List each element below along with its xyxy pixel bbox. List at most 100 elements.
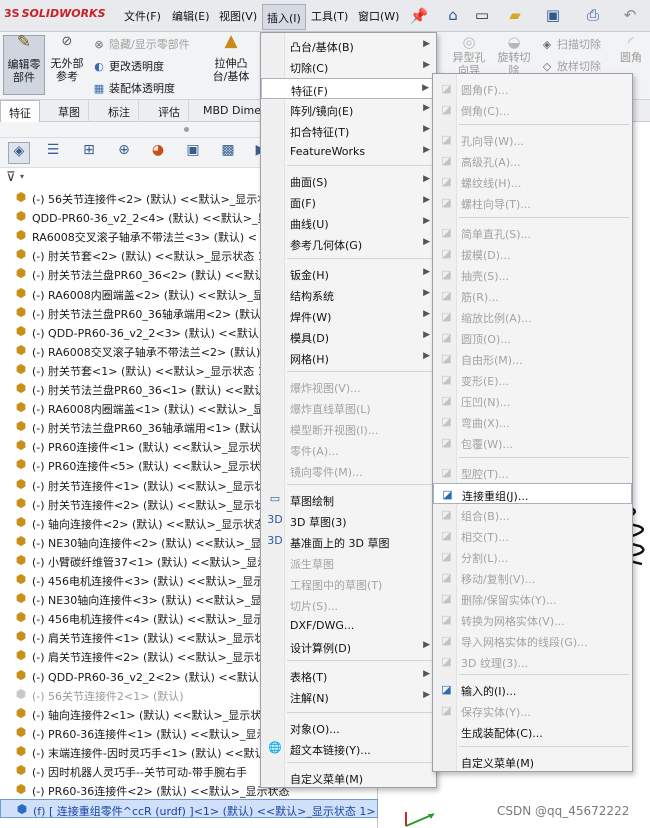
insert-menu-item[interactable]: 焊件(W) ▶ — [261, 305, 438, 326]
feature-menu-item[interactable]: ◪ 简单直孔(S)... — [433, 222, 632, 243]
feature-menu-item[interactable]: ◪ 相交(T)... — [433, 525, 632, 546]
insert-menu-item[interactable]: 设计算例(D) ▶ — [261, 636, 438, 657]
insert-menu-item[interactable]: 🌐 超文本链接(Y)... — [261, 738, 438, 759]
feature-menu-item[interactable]: ◪ 移动/复制(V)... — [433, 567, 632, 588]
new-document-icon[interactable]: ▭ — [472, 6, 492, 26]
hole-wizard-button[interactable]: ◎ 异型孔 向导 — [449, 35, 489, 78]
feature-menu-item[interactable]: ◪ 拔模(D)... — [433, 243, 632, 264]
menu-5[interactable]: 窗口(W) — [358, 8, 399, 24]
feature-tree-icon[interactable]: ◈ — [8, 142, 30, 164]
insert-menu-item[interactable]: 模具(D) ▶ — [261, 326, 438, 347]
menu-4[interactable]: 工具(T) — [311, 8, 348, 24]
feature-menu-item[interactable]: ◪ 圆角(F)... — [433, 78, 632, 99]
no-external-reference-button[interactable]: ⊘ 无外部 参考 — [48, 35, 86, 83]
print-icon[interactable]: ⎙ — [583, 6, 603, 26]
menu-2[interactable]: 视图(V) — [219, 8, 257, 24]
loft-cut-button[interactable]: ◇ 放样切除 — [540, 58, 601, 74]
tab-sketch[interactable]: 草图 — [50, 100, 89, 122]
insert-menu-item[interactable]: 表格(T) ▶ — [261, 665, 438, 686]
feature-menu-item[interactable]: ◪ 删除/保留实体(Y)... — [433, 588, 632, 609]
feature-menu-item[interactable]: ◪ 高级孔(A)... — [433, 150, 632, 171]
change-transparency-button[interactable]: ◐ 更改透明度 — [92, 58, 164, 74]
insert-menu-item[interactable]: 零件(A)... — [261, 439, 438, 460]
feature-menu-item[interactable]: ◪ 变形(E)... — [433, 369, 632, 390]
insert-menu-item[interactable]: 凸台/基体(B) ▶ — [261, 35, 438, 56]
menu-1[interactable]: 编辑(E) — [172, 8, 210, 24]
insert-menu-item[interactable]: 3D 3D 草图(3) — [261, 510, 438, 531]
undo-icon[interactable]: ↶ — [620, 6, 640, 26]
property-manager-icon[interactable]: ☰ — [42, 142, 64, 164]
feature-menu-item[interactable]: ◪ 抽壳(S)... — [433, 264, 632, 285]
feature-menu-item[interactable]: ◪ 转换为网格实体(V)... — [433, 609, 632, 630]
feature-menu-item[interactable]: ◪ 筋(R)... — [433, 285, 632, 306]
feature-menu-item[interactable]: ◪ 孔向导(W)... — [433, 129, 632, 150]
filter-icon[interactable]: ⊽ — [6, 170, 16, 185]
dimxpert-icon[interactable]: ⊕ — [113, 142, 135, 164]
save-icon[interactable]: ▣ — [543, 6, 563, 26]
tab-annotation[interactable]: 标注 — [100, 100, 139, 122]
cam-icon[interactable]: ▣ — [182, 142, 204, 164]
filter-dropdown-icon[interactable]: ▾ — [20, 172, 24, 181]
tree-item[interactable]: ⬢ (f) [ 连接重组零件^ccR (urdf) ]<1> (默认) <<默认>… — [0, 799, 378, 819]
extrude-boss-button[interactable]: ▲ 拉伸凸 台/基体 — [208, 33, 254, 84]
insert-menu-item[interactable]: 镜向零件(M)... — [261, 460, 438, 481]
feature-menu-item[interactable]: ◪ 3D 纹理(3)... — [433, 651, 632, 672]
display-manager-icon[interactable]: ◕ — [147, 142, 169, 164]
tab-evaluate[interactable]: 评估 — [150, 100, 189, 122]
feature-menu-item[interactable]: ◪ 分割(L)... — [433, 546, 632, 567]
insert-menu-item[interactable]: 钣金(H) ▶ — [261, 263, 438, 284]
assembly-transparency-button[interactable]: ▦ 装配体透明度 — [92, 80, 175, 96]
insert-menu-item[interactable]: 面(F) ▶ — [261, 191, 438, 212]
appearance-icon[interactable]: ▩ — [217, 142, 239, 164]
feature-menu-item[interactable]: ◪ 组合(B)... — [433, 504, 632, 525]
feature-menu-item[interactable]: ◪ 圆顶(O)... — [433, 327, 632, 348]
open-folder-icon[interactable]: ▰ — [505, 6, 525, 26]
insert-menu-item[interactable]: ▭ 草图绘制 — [261, 489, 438, 510]
insert-menu-item[interactable]: 自定义菜单(M) — [261, 767, 438, 788]
hide-show-components-button[interactable]: ⊗ 隐藏/显示零部件 — [92, 36, 189, 52]
feature-menu-item[interactable]: ◪ 倒角(C)... — [433, 99, 632, 120]
insert-menu-item[interactable]: 网格(H) ▶ — [261, 347, 438, 368]
pin-icon[interactable]: 📌 — [409, 7, 429, 27]
feature-menu-item[interactable]: ◪ 保存实体(Y)... — [433, 700, 632, 721]
configuration-manager-icon[interactable]: ⊞ — [78, 142, 100, 164]
sweep-cut-button[interactable]: ◈ 扫描切除 — [540, 36, 601, 52]
insert-menu-item[interactable]: 注解(N) ▶ — [261, 686, 438, 707]
insert-menu-item[interactable]: 结构系统 ▶ — [261, 284, 438, 305]
insert-menu-item[interactable]: 对象(O)... — [261, 717, 438, 738]
revolve-cut-button[interactable]: ◒ 旋转切 除 — [494, 35, 534, 78]
feature-menu-item[interactable]: ◪ 输入的(I)... — [433, 679, 632, 700]
home-icon[interactable]: ⌂ — [443, 6, 463, 26]
feature-menu-item[interactable]: ◪ 螺纹线(H)... — [433, 171, 632, 192]
feature-menu-item[interactable]: ◪ 包覆(W)... — [433, 432, 632, 453]
menu-3[interactable]: 插入(I) — [262, 4, 306, 30]
insert-menu-item[interactable]: 切片(S)... — [261, 594, 438, 615]
insert-menu-item[interactable]: 爆炸视图(V)... — [261, 376, 438, 397]
insert-menu-item[interactable]: 3D 基准面上的 3D 草图 — [261, 531, 438, 552]
feature-menu-item[interactable]: 生成装配体(C)... — [433, 721, 632, 742]
insert-menu-item[interactable]: 切除(C) ▶ — [261, 56, 438, 77]
feature-menu-item[interactable]: 自定义菜单(M) — [433, 751, 632, 772]
feature-menu-item[interactable]: ◪ 压凹(N)... — [433, 390, 632, 411]
insert-menu-item[interactable]: 模型断开视图(I)... — [261, 418, 438, 439]
tab-features[interactable]: 特征 — [0, 100, 40, 122]
insert-menu-item[interactable]: 特征(F) ▶ — [261, 78, 438, 99]
insert-menu-item[interactable]: 参考几何体(G) ▶ — [261, 233, 438, 254]
menu-0[interactable]: 文件(F) — [124, 8, 161, 24]
insert-menu-item[interactable]: 派生草图 — [261, 552, 438, 573]
insert-menu-item[interactable]: 爆炸直线草图(L) — [261, 397, 438, 418]
insert-menu-item[interactable]: FeatureWorks ▶ — [261, 141, 438, 162]
feature-menu-item[interactable]: ◪ 连接重组(J)... — [433, 483, 632, 504]
feature-menu-item[interactable]: ◪ 型腔(T)... — [433, 462, 632, 483]
fillet-button[interactable]: ◜ 圆角 — [616, 35, 646, 65]
insert-menu-item[interactable]: 扣合特征(T) ▶ — [261, 120, 438, 141]
edit-part-button[interactable]: ✎ 编辑零 部件 — [3, 34, 45, 95]
feature-menu-item[interactable]: ◪ 螺柱向导(T)... — [433, 192, 632, 213]
insert-menu-item[interactable]: DXF/DWG... — [261, 615, 438, 636]
insert-menu-item[interactable]: 曲线(U) ▶ — [261, 212, 438, 233]
feature-menu-item[interactable]: ◪ 弯曲(X)... — [433, 411, 632, 432]
feature-menu-item[interactable]: ◪ 自由形(M)... — [433, 348, 632, 369]
insert-menu-item[interactable]: 阵列/镜向(E) ▶ — [261, 99, 438, 120]
insert-menu-item[interactable]: 工程图中的草图(T) — [261, 573, 438, 594]
insert-menu-item[interactable]: 曲面(S) ▶ — [261, 170, 438, 191]
